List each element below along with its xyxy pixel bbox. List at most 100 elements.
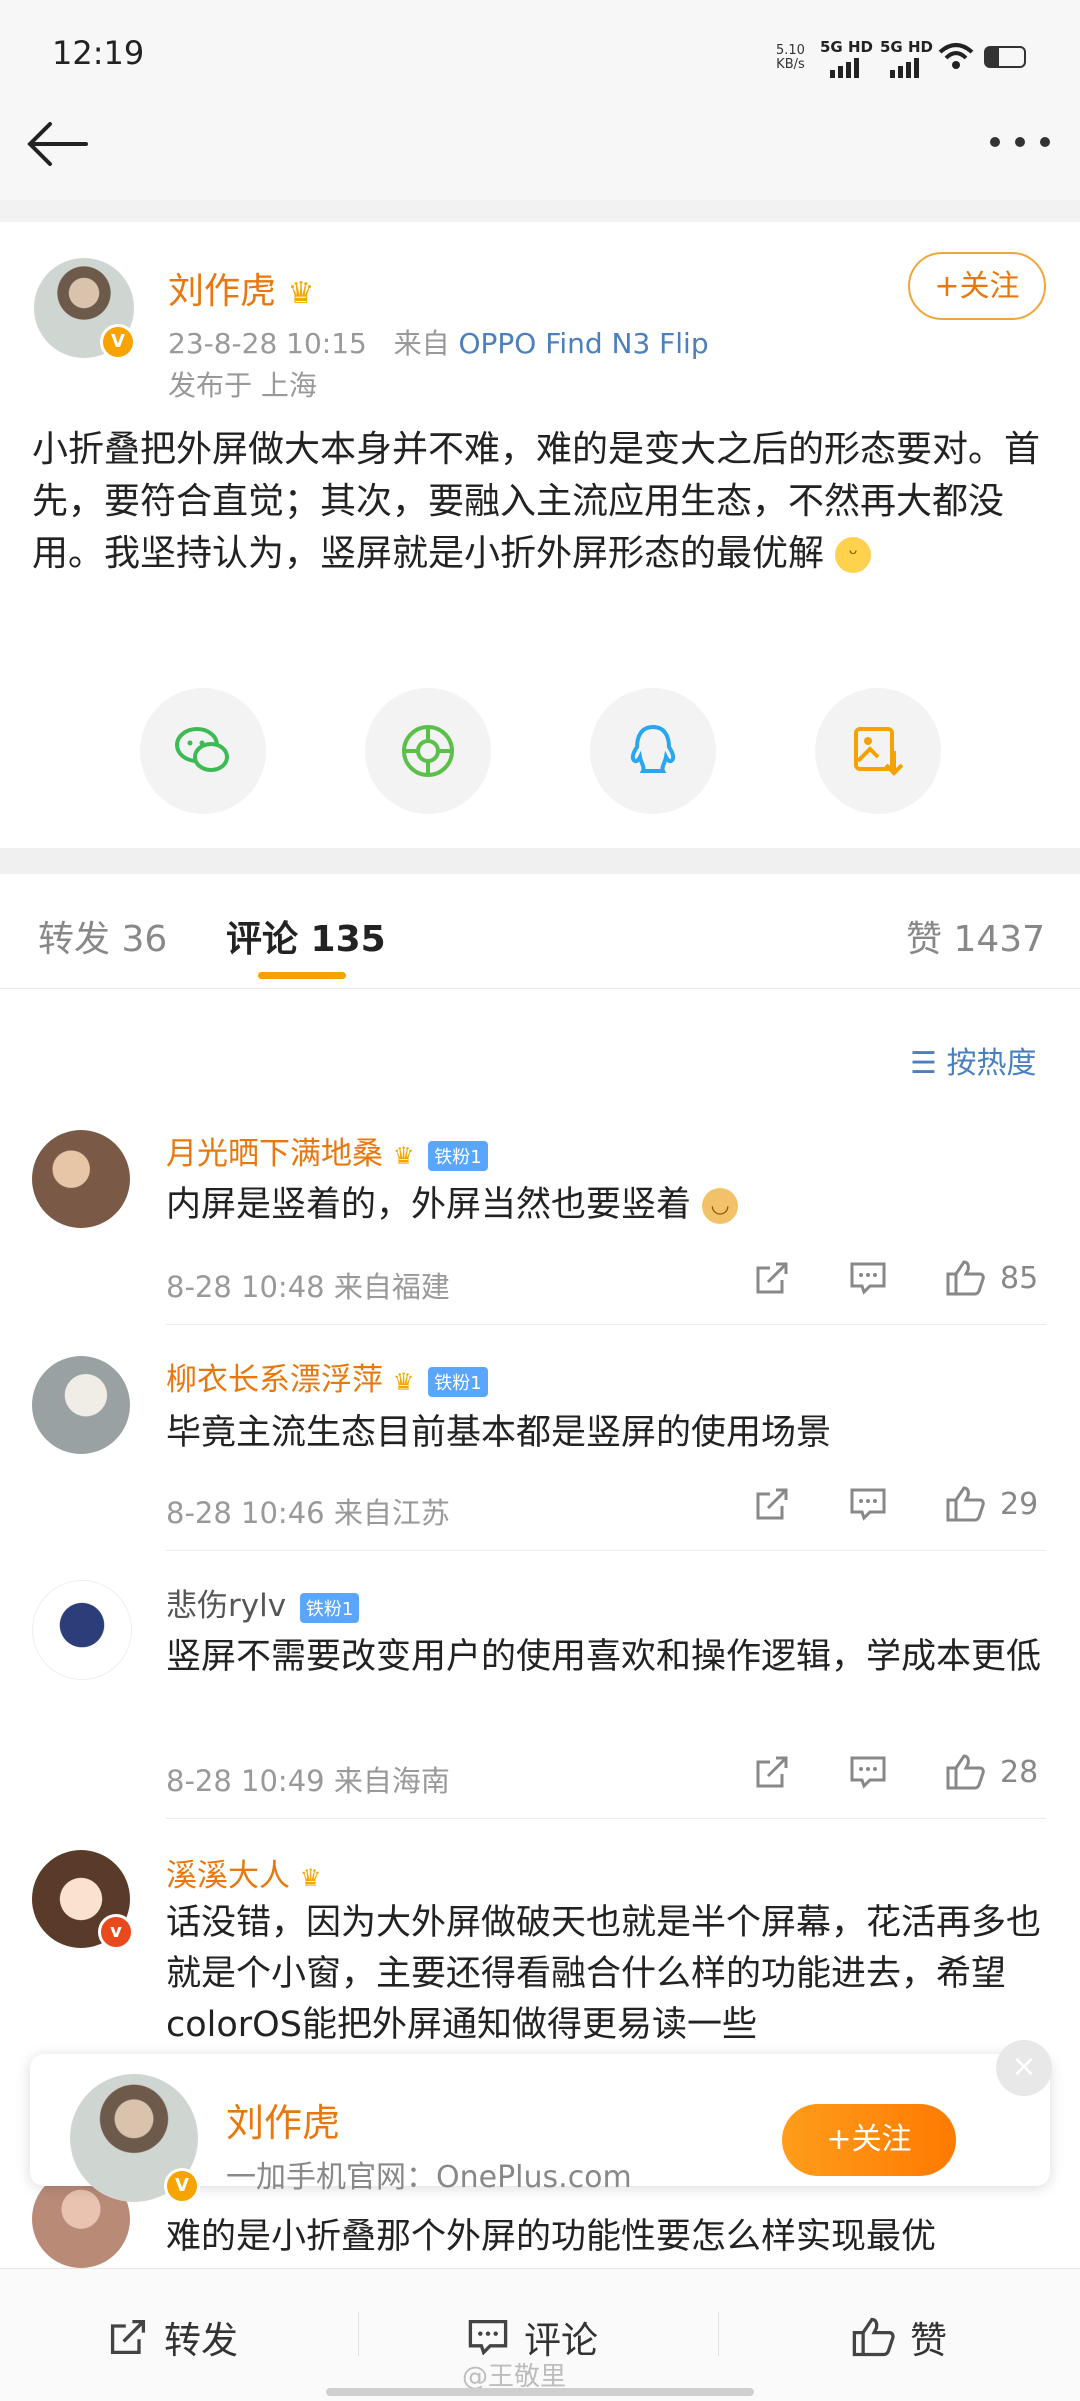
top-nav-bar xyxy=(0,110,1080,201)
comment-text: 难的是小折叠那个外屏的功能性要怎么样实现最优 xyxy=(166,2217,937,2257)
comment-actions: 28 xyxy=(752,1752,1038,1792)
sim1-signal: 5G HD xyxy=(820,38,873,78)
status-time: 12:19 xyxy=(52,34,145,72)
verified-badge: V xyxy=(100,324,136,360)
comment-icon xyxy=(468,2319,508,2356)
network-speed: 5.10 KB/s xyxy=(776,44,805,72)
post-text: 小折叠把外屏做大本身并不难，难的是变大之后的形态要对。首先，要符合直觉；其次，要… xyxy=(32,429,1041,574)
comment-actions: 85 xyxy=(752,1258,1038,1298)
author-name-text: 刘作虎 xyxy=(168,271,277,312)
repost-icon xyxy=(110,2319,146,2355)
tabs-divider xyxy=(0,988,1080,989)
author-name[interactable]: 刘作虎 ♛ xyxy=(168,262,314,314)
suggestion-name[interactable]: 刘作虎 xyxy=(226,2092,340,2147)
comment-text: 内屏是竖着的，外屏当然也要竖着 ◡ xyxy=(166,1180,1046,1231)
moments-icon xyxy=(402,725,454,777)
comment-divider xyxy=(166,1818,1046,1819)
close-icon[interactable]: × xyxy=(996,2040,1052,2096)
comment-avatar[interactable] xyxy=(32,1580,132,1680)
comment-text: 竖屏不需要改变用户的使用喜欢和操作逻辑，学成本更低 xyxy=(166,1637,1042,1677)
arrow-left-icon[interactable] xyxy=(22,112,94,176)
signal-bars-icon xyxy=(890,58,933,78)
comment-icon[interactable] xyxy=(848,1484,888,1524)
bar-separator xyxy=(718,2312,719,2356)
network-speed-unit: KB/s xyxy=(776,57,805,72)
comment-actions: 29 xyxy=(752,1484,1038,1524)
comment-meta: 8-28 10:49 来自海南 xyxy=(166,1764,450,1798)
comment-icon[interactable] xyxy=(848,1752,888,1792)
sort-label: 按热度 xyxy=(946,1046,1037,1081)
signal-bars-icon xyxy=(830,58,873,78)
verified-badge: v xyxy=(98,1914,134,1950)
post-time: 23-8-28 10:15 xyxy=(168,327,367,360)
like-icon[interactable] xyxy=(944,1752,986,1792)
like-count: 85 xyxy=(1000,1260,1039,1296)
suggestion-follow-button[interactable]: +关注 xyxy=(782,2104,956,2176)
like-icon[interactable] xyxy=(944,1484,986,1524)
comment-text-content: 内屏是竖着的，外屏当然也要竖着 xyxy=(166,1185,692,1225)
share-qq-button[interactable] xyxy=(590,688,716,814)
fan-badge: 铁粉1 xyxy=(299,1592,360,1623)
section-divider xyxy=(0,200,1080,222)
post-body: 小折叠把外屏做大本身并不难，难的是变大之后的形态要对。首先，要符合直觉；其次，要… xyxy=(32,424,1052,580)
comment-author-name: 月光晒下满地桑 xyxy=(166,1136,383,1172)
section-divider xyxy=(0,848,1080,874)
fan-badge: 铁粉1 xyxy=(428,1366,488,1397)
share-wechat-button[interactable] xyxy=(140,688,266,814)
verified-badge: V xyxy=(164,2168,200,2204)
post-source-device[interactable]: OPPO Find N3 Flip xyxy=(459,327,709,360)
grin-emoji-icon: ᵕ xyxy=(835,537,872,573)
sim2-label: 5G HD xyxy=(880,38,933,56)
tab-repost[interactable]: 转发 36 xyxy=(38,910,167,962)
doge-emoji-icon: ◡ xyxy=(702,1188,739,1224)
comment-author[interactable]: 柳衣长系漂浮萍 ♛ 铁粉1 xyxy=(166,1354,488,1399)
post-meta: 23-8-28 10:15 来自 OPPO Find N3 Flip xyxy=(168,322,709,362)
like-icon[interactable] xyxy=(944,1258,986,1298)
post-source-prefix: 来自 xyxy=(393,327,450,360)
tab-likes[interactable]: 赞 1437 xyxy=(906,910,1045,962)
like-icon xyxy=(852,2317,895,2357)
comment-text: 毕竟主流生态目前基本都是竖屏的使用场景 xyxy=(166,1413,832,1453)
crown-icon: ♛ xyxy=(392,1142,415,1170)
comment-divider xyxy=(166,1550,1046,1551)
fan-badge: 铁粉1 xyxy=(428,1140,488,1171)
sort-icon: ☰ xyxy=(910,1046,937,1081)
bottom-repost-button[interactable]: 转发 xyxy=(106,2310,238,2364)
wifi-icon xyxy=(938,43,974,69)
comment-divider xyxy=(166,1324,1046,1325)
wechat-icon xyxy=(175,727,229,772)
bar-separator xyxy=(358,2312,359,2356)
bottom-like-button[interactable]: 赞 xyxy=(850,2310,947,2364)
comment-author[interactable]: 溪溪大人 ♛ xyxy=(166,1850,321,1895)
comment-meta: 8-28 10:46 来自江苏 xyxy=(166,1496,450,1530)
repost-icon[interactable] xyxy=(752,1752,792,1792)
battery-icon xyxy=(984,46,1026,68)
home-indicator[interactable] xyxy=(326,2388,754,2396)
repost-icon[interactable] xyxy=(752,1484,792,1524)
qq-icon xyxy=(630,724,676,773)
comment-author[interactable]: 月光晒下满地桑 ♛ 铁粉1 xyxy=(166,1128,488,1173)
crown-icon: ♛ xyxy=(299,1864,322,1892)
more-dots-icon[interactable] xyxy=(985,120,1055,170)
comment-meta: 8-28 10:48 来自福建 xyxy=(166,1270,450,1304)
comment-avatar[interactable] xyxy=(32,1356,130,1454)
tab-comments[interactable]: 评论 135 xyxy=(226,910,386,962)
save-image-button[interactable] xyxy=(815,688,941,814)
comment-author-name: 悲伤rylv xyxy=(166,1588,287,1624)
post-location: 发布于 上海 xyxy=(168,369,317,402)
network-speed-value: 5.10 xyxy=(776,43,805,58)
comment-author-name: 溪溪大人 xyxy=(166,1858,290,1894)
comment-icon[interactable] xyxy=(848,1258,888,1298)
comment-avatar[interactable] xyxy=(32,1130,130,1228)
share-moments-button[interactable] xyxy=(365,688,491,814)
like-count: 28 xyxy=(1000,1754,1039,1790)
comment-author-name: 柳衣长系漂浮萍 xyxy=(166,1362,383,1398)
sim1-label: 5G HD xyxy=(820,38,873,56)
bottom-like-label: 赞 xyxy=(910,2319,947,2362)
repost-icon[interactable] xyxy=(752,1258,792,1298)
follow-button[interactable]: +关注 xyxy=(908,252,1046,320)
sort-by-hot-button[interactable]: ☰ 按热度 xyxy=(910,1038,1036,1082)
comment-author[interactable]: 悲伤rylv 铁粉1 xyxy=(166,1580,360,1625)
comment-text: 话没错，因为大外屏做破天也就是半个屏幕，花活再多也就是个小窗，主要还得看融合什么… xyxy=(166,1903,1042,2045)
suggestion-subtitle: 一加手机官网：OnePlus.com xyxy=(226,2160,632,2195)
